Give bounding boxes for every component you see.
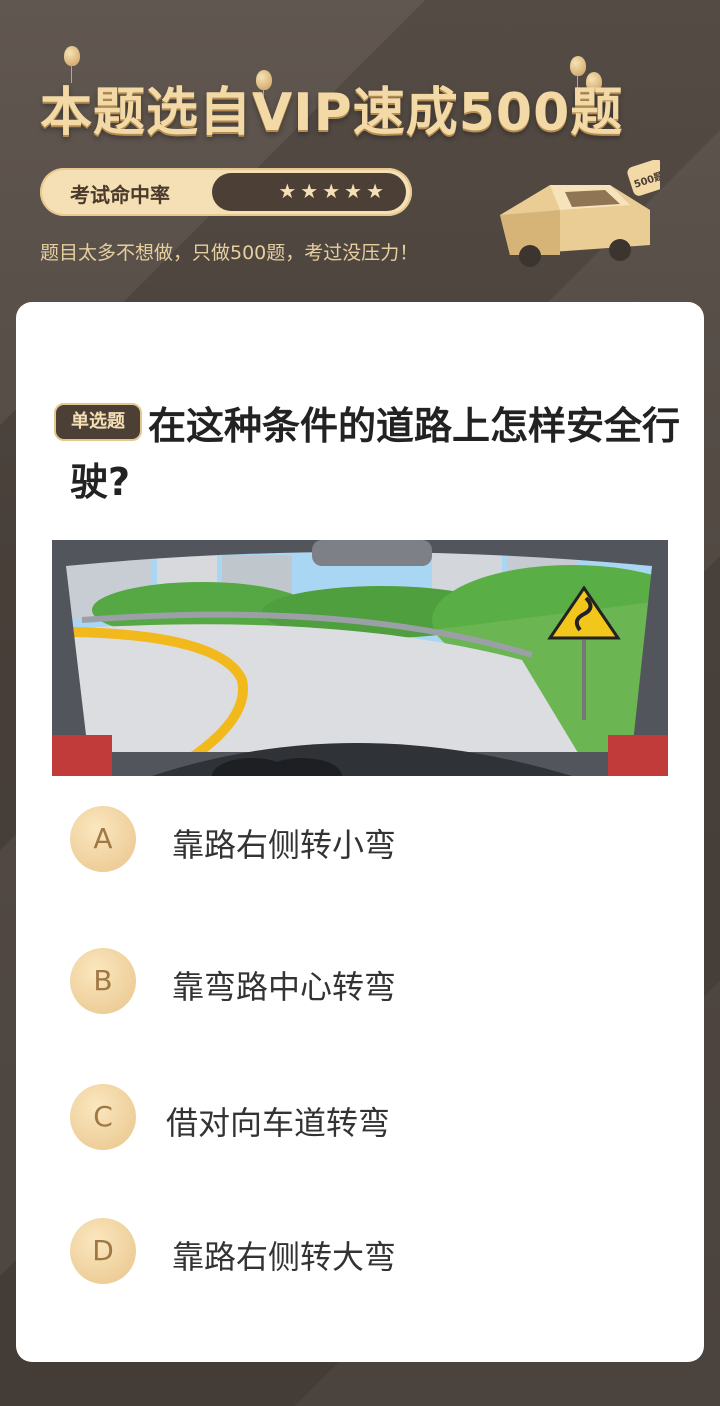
option-a[interactable]: A 靠路右侧转小弯 <box>16 806 704 876</box>
option-d-badge: D <box>70 1218 136 1284</box>
hit-rate-badge: 考试命中率 ★★★★★ <box>40 168 412 216</box>
option-c[interactable]: C 借对向车道转弯 <box>16 1084 704 1154</box>
balloon-icon <box>64 46 80 83</box>
option-d-text: 靠路右侧转大弯 <box>172 1238 397 1276</box>
option-b-badge: B <box>70 948 136 1014</box>
banner-subtitle: 题目太多不想做，只做500题，考过没压力！ <box>40 242 419 264</box>
question-image <box>52 540 668 776</box>
question-text: 在这种条件的道路上怎样安全行驶? <box>70 404 681 504</box>
option-a-badge: A <box>70 806 136 872</box>
promo-banner: 本题选自VIP速成500题 考试命中率 ★★★★★ 题目太多不想做，只做500题… <box>0 0 720 300</box>
option-c-text: 借对向车道转弯 <box>166 1104 391 1142</box>
option-c-badge: C <box>70 1084 136 1150</box>
500-sign: 500题 <box>627 160 660 196</box>
option-a-text: 靠路右侧转小弯 <box>172 826 397 864</box>
car-illustration: 500题 <box>500 160 660 267</box>
hit-rate-label: 考试命中率 <box>70 183 170 207</box>
banner-title: 本题选自VIP速成500题 <box>40 83 624 143</box>
option-d[interactable]: D 靠路右侧转大弯 <box>16 1218 704 1288</box>
rating-stars: ★★★★★ <box>212 173 406 211</box>
question-card: 单选题 在这种条件的道路上怎样安全行驶? A 靠路右侧转小弯 B 靠弯路中心转弯… <box>16 302 704 1362</box>
option-b[interactable]: B 靠弯路中心转弯 <box>16 948 704 1018</box>
option-b-text: 靠弯路中心转弯 <box>172 968 397 1006</box>
